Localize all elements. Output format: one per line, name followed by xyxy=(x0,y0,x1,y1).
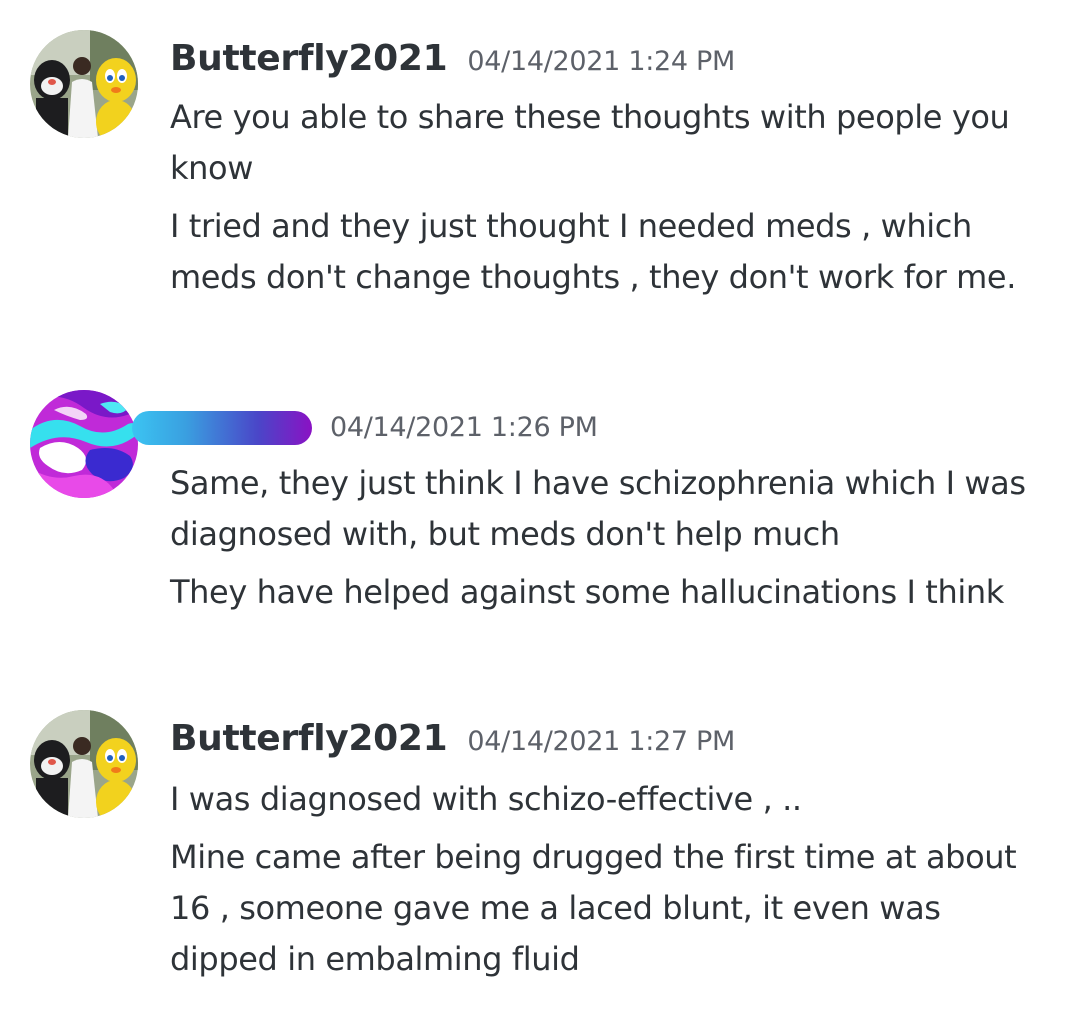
user-avatar[interactable] xyxy=(30,30,138,138)
photo-avatar-icon xyxy=(30,30,138,138)
timestamp: 04/14/2021 1:24 PM xyxy=(467,46,736,77)
message-header: Butterfly2021 04/14/2021 1:24 PM xyxy=(170,38,735,79)
user-avatar[interactable] xyxy=(30,710,138,818)
timestamp: 04/14/2021 1:27 PM xyxy=(467,726,736,757)
username[interactable]: Butterfly2021 xyxy=(170,718,448,759)
abstract-swirl-avatar-icon xyxy=(30,390,138,498)
redacted-username xyxy=(132,411,312,445)
message-text: Are you able to share these thoughts wit… xyxy=(170,98,1010,187)
message-text: They have helped against some hallucinat… xyxy=(170,573,1004,611)
message-text: Mine came after being drugged the first … xyxy=(170,838,1017,978)
message-text: I was diagnosed with schizo-effective , … xyxy=(170,780,802,818)
message-text: Same, they just think I have schizophren… xyxy=(170,464,1026,553)
username[interactable]: Butterfly2021 xyxy=(170,38,448,79)
timestamp: 04/14/2021 1:26 PM xyxy=(330,412,598,443)
message-text: I tried and they just thought I needed m… xyxy=(170,207,1016,296)
user-avatar[interactable] xyxy=(30,390,138,498)
message-header: Butterfly2021 04/14/2021 1:27 PM xyxy=(170,718,735,759)
photo-avatar-icon xyxy=(30,710,138,818)
